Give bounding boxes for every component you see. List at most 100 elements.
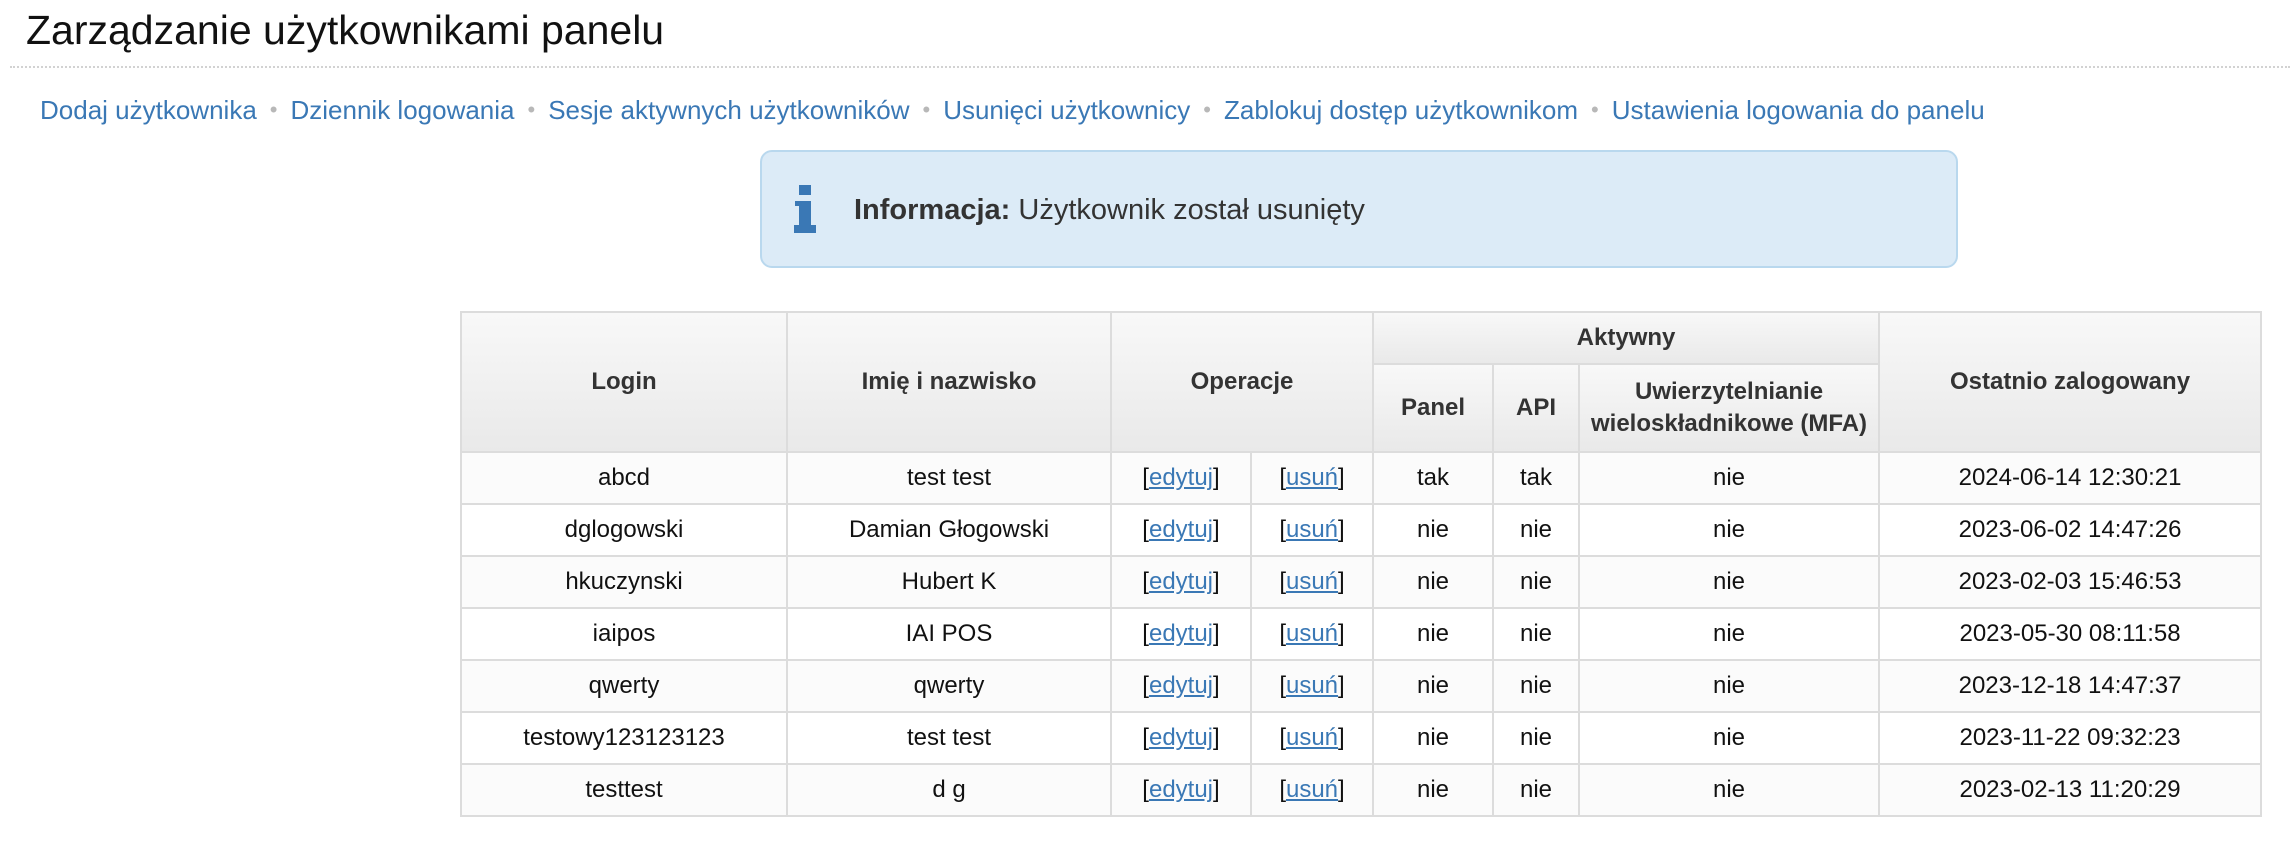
- cell-delete: [usuń]: [1249, 659, 1375, 713]
- cell-panel: nie: [1372, 763, 1495, 817]
- nav-separator: •: [922, 97, 931, 122]
- cell-name: Hubert K: [786, 555, 1112, 609]
- cell-last-login: 2023-05-30 08:11:58: [1878, 607, 2263, 661]
- nav-login-log[interactable]: Dziennik logowania: [290, 95, 514, 126]
- edit-link[interactable]: edytuj: [1149, 724, 1213, 751]
- col-header-name: Imię i nazwisko: [786, 311, 1112, 453]
- cell-last-login: 2023-02-13 11:20:29: [1878, 763, 2263, 817]
- edit-link[interactable]: edytuj: [1149, 672, 1213, 699]
- table-row: dglogowski Damian Głogowski [edytuj] [us…: [460, 503, 2263, 557]
- cell-delete: [usuń]: [1249, 607, 1375, 661]
- cell-delete: [usuń]: [1249, 555, 1375, 609]
- delete-link[interactable]: usuń: [1286, 620, 1338, 647]
- action-nav: Dodaj użytkownika • Dziennik logowania •…: [40, 92, 1985, 128]
- delete-link[interactable]: usuń: [1286, 672, 1338, 699]
- cell-edit: [edytuj]: [1110, 659, 1252, 713]
- cell-login: testtest: [460, 763, 788, 817]
- nav-separator: •: [1591, 97, 1599, 122]
- table-row: testtest d g [edytuj] [usuń] nie nie nie…: [460, 763, 2263, 817]
- cell-last-login: 2023-11-22 09:32:23: [1878, 711, 2263, 765]
- cell-last-login: 2023-02-03 15:46:53: [1878, 555, 2263, 609]
- table-row: qwerty qwerty [edytuj] [usuń] nie nie ni…: [460, 659, 2263, 713]
- edit-link[interactable]: edytuj: [1149, 776, 1213, 803]
- col-header-panel: Panel: [1372, 363, 1495, 453]
- cell-delete: [usuń]: [1249, 763, 1375, 817]
- cell-name: test test: [786, 711, 1112, 765]
- table-row: testowy123123123 test test [edytuj] [usu…: [460, 711, 2263, 765]
- cell-login: dglogowski: [460, 503, 788, 557]
- cell-panel: nie: [1372, 555, 1495, 609]
- cell-panel: nie: [1372, 503, 1495, 557]
- cell-api: nie: [1492, 607, 1581, 661]
- col-header-login: Login: [460, 311, 788, 453]
- nav-active-sessions[interactable]: Sesje aktywnych użytkowników: [548, 95, 909, 126]
- delete-link[interactable]: usuń: [1286, 464, 1338, 491]
- info-message: Informacja: Użytkownik został usunięty: [854, 194, 1365, 227]
- cell-login: qwerty: [460, 659, 788, 713]
- cell-name: test test: [786, 451, 1112, 505]
- edit-link[interactable]: edytuj: [1149, 464, 1213, 491]
- info-alert: Informacja: Użytkownik został usunięty: [760, 150, 1958, 268]
- edit-link[interactable]: edytuj: [1149, 516, 1213, 543]
- cell-mfa: nie: [1578, 711, 1881, 765]
- users-table: Login Imię i nazwisko Operacje Aktywny O…: [460, 311, 2263, 817]
- cell-edit: [edytuj]: [1110, 503, 1252, 557]
- cell-login: hkuczynski: [460, 555, 788, 609]
- cell-api: nie: [1492, 555, 1581, 609]
- edit-link[interactable]: edytuj: [1149, 620, 1213, 647]
- edit-link[interactable]: edytuj: [1149, 568, 1213, 595]
- col-header-last-login: Ostatnio zalogowany: [1878, 311, 2263, 453]
- delete-link[interactable]: usuń: [1286, 568, 1338, 595]
- col-header-operations: Operacje: [1109, 311, 1375, 453]
- cell-edit: [edytuj]: [1110, 451, 1252, 505]
- nav-separator: •: [269, 97, 278, 122]
- delete-link[interactable]: usuń: [1286, 776, 1338, 803]
- cell-login: abcd: [460, 451, 788, 505]
- cell-mfa: nie: [1578, 763, 1881, 817]
- cell-delete: [usuń]: [1249, 451, 1375, 505]
- nav-login-settings[interactable]: Ustawienia logowania do panelu: [1612, 95, 1985, 126]
- col-header-api: API: [1492, 363, 1581, 453]
- cell-name: IAI POS: [786, 607, 1112, 661]
- cell-edit: [edytuj]: [1110, 607, 1252, 661]
- delete-link[interactable]: usuń: [1286, 724, 1338, 751]
- table-row: abcd test test [edytuj] [usuń] tak tak n…: [460, 451, 2263, 505]
- cell-panel: nie: [1372, 659, 1495, 713]
- table-row: hkuczynski Hubert K [edytuj] [usuń] nie …: [460, 555, 2263, 609]
- cell-name: qwerty: [786, 659, 1112, 713]
- col-header-mfa: Uwierzytelnianie wieloskładnikowe (MFA): [1578, 363, 1881, 453]
- table-row: iaipos IAI POS [edytuj] [usuń] nie nie n…: [460, 607, 2263, 661]
- cell-last-login: 2023-12-18 14:47:37: [1878, 659, 2263, 713]
- nav-separator: •: [527, 97, 536, 122]
- cell-login: iaipos: [460, 607, 788, 661]
- cell-edit: [edytuj]: [1110, 555, 1252, 609]
- nav-add-user[interactable]: Dodaj użytkownika: [40, 95, 257, 126]
- title-divider: [10, 66, 2290, 68]
- cell-api: tak: [1492, 451, 1581, 505]
- cell-api: nie: [1492, 503, 1581, 557]
- cell-mfa: nie: [1578, 451, 1881, 505]
- cell-login: testowy123123123: [460, 711, 788, 765]
- nav-block-access[interactable]: Zablokuj dostęp użytkownikom: [1224, 95, 1578, 126]
- cell-api: nie: [1492, 659, 1581, 713]
- cell-panel: tak: [1372, 451, 1495, 505]
- cell-mfa: nie: [1578, 607, 1881, 661]
- cell-edit: [edytuj]: [1110, 763, 1252, 817]
- cell-last-login: 2024-06-14 12:30:21: [1878, 451, 2263, 505]
- cell-name: Damian Głogowski: [786, 503, 1112, 557]
- cell-api: nie: [1492, 711, 1581, 765]
- info-icon: [794, 185, 816, 233]
- cell-last-login: 2023-06-02 14:47:26: [1878, 503, 2263, 557]
- cell-panel: nie: [1372, 711, 1495, 765]
- cell-delete: [usuń]: [1249, 503, 1375, 557]
- cell-edit: [edytuj]: [1110, 711, 1252, 765]
- cell-api: nie: [1492, 763, 1581, 817]
- col-header-active: Aktywny: [1372, 311, 1881, 365]
- cell-mfa: nie: [1578, 659, 1881, 713]
- delete-link[interactable]: usuń: [1286, 516, 1338, 543]
- cell-panel: nie: [1372, 607, 1495, 661]
- info-text: Użytkownik został usunięty: [1018, 194, 1365, 226]
- nav-separator: •: [1203, 97, 1211, 122]
- cell-name: d g: [786, 763, 1112, 817]
- nav-deleted-users[interactable]: Usunięci użytkownicy: [943, 95, 1190, 126]
